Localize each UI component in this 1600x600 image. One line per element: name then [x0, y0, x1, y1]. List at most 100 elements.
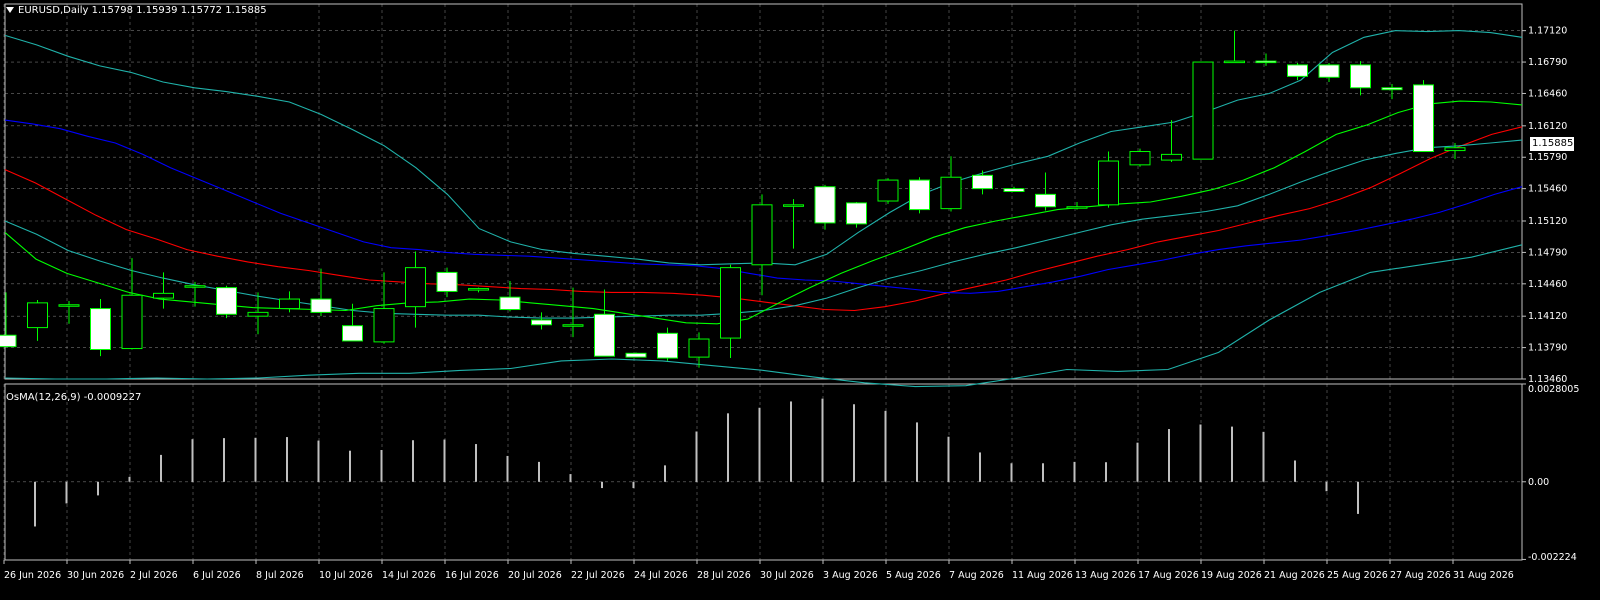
- candle: [373, 272, 395, 344]
- candle-body: [1066, 206, 1088, 209]
- candle-body: [720, 267, 741, 339]
- candle-body: [846, 202, 867, 225]
- dropdown-icon: [6, 7, 14, 13]
- candle: [27, 300, 48, 341]
- candle: [90, 299, 111, 357]
- date-label: 27 Aug 2026: [1390, 570, 1451, 581]
- candle: [594, 289, 615, 357]
- candle: [1129, 148, 1151, 167]
- candle-body: [814, 186, 836, 224]
- candle-body: [1381, 87, 1403, 91]
- candle: [657, 327, 678, 361]
- candle: [625, 352, 647, 358]
- candle: [972, 170, 993, 195]
- candle-body: [342, 325, 363, 342]
- date-label: 7 Aug 2026: [949, 570, 1004, 581]
- candle-body: [184, 285, 206, 288]
- candle: [1350, 61, 1371, 96]
- candle-body: [877, 179, 899, 202]
- date-label: 31 Aug 2026: [1453, 570, 1514, 581]
- date-label: 30 Jun 2026: [67, 570, 124, 581]
- candle-body: [279, 298, 300, 310]
- date-label: 22 Jul 2026: [571, 570, 625, 581]
- date-label: 25 Aug 2026: [1327, 570, 1388, 581]
- candle: [1003, 186, 1025, 192]
- price-tick-label: 1.15460: [1528, 184, 1567, 195]
- date-label: 24 Jul 2026: [634, 570, 688, 581]
- symbol-timeframe: EURUSD,Daily: [18, 5, 89, 16]
- date-label: 3 Aug 2026: [823, 570, 878, 581]
- date-label: 10 Jul 2026: [319, 570, 373, 581]
- candle: [58, 300, 80, 324]
- candle-body: [153, 292, 174, 299]
- candle-body: [1444, 147, 1466, 152]
- osma-tick-label: -0.002224: [1528, 552, 1577, 563]
- date-label: 6 Jul 2026: [193, 570, 241, 581]
- candle: [1224, 30, 1245, 64]
- candle: [216, 285, 237, 319]
- current-price-label: 1.15885: [1530, 137, 1574, 151]
- osma-tick-label: 0.00: [1528, 477, 1549, 488]
- price-tick-label: 1.16120: [1528, 121, 1567, 132]
- candle-body: [940, 176, 962, 210]
- candle-body: [688, 338, 710, 358]
- candle-body: [405, 267, 426, 308]
- candle-body: [90, 308, 111, 350]
- candle-body: [1192, 61, 1214, 160]
- candle-body: [1413, 84, 1434, 153]
- candle: [1318, 63, 1340, 83]
- chart-header[interactable]: EURUSD,Daily 1.15798 1.15939 1.15772 1.1…: [6, 5, 267, 16]
- date-label: 11 Aug 2026: [1012, 570, 1073, 581]
- candle: [1098, 151, 1119, 208]
- candle: [562, 287, 584, 338]
- candle-body: [972, 174, 993, 190]
- candle: [688, 332, 710, 368]
- candle: [720, 264, 741, 359]
- candle: [531, 312, 552, 330]
- candle: [877, 178, 899, 204]
- candle-body: [657, 332, 678, 359]
- candle: [909, 177, 930, 214]
- chart-canvas: 1.17120 1.16790 1.16460 1.16120 1.15790 1.154…: [0, 3, 1579, 581]
- candle-body: [0, 334, 17, 348]
- candle-body: [562, 324, 584, 327]
- date-label: 19 Aug 2026: [1201, 570, 1262, 581]
- candle-body: [121, 294, 143, 350]
- candle-body: [247, 311, 269, 317]
- candle-body: [751, 204, 773, 266]
- candle: [436, 267, 458, 298]
- price-tick-label: 1.17120: [1528, 26, 1567, 37]
- candle-body: [436, 271, 458, 292]
- candle-body: [1098, 160, 1119, 206]
- candle-body: [909, 179, 930, 211]
- price-tick-label: 1.16790: [1528, 57, 1567, 68]
- candle-body: [594, 313, 615, 357]
- date-label: 8 Jul 2026: [256, 570, 304, 581]
- date-label: 30 Jul 2026: [760, 570, 814, 581]
- candle: [1192, 61, 1214, 160]
- date-label: 17 Aug 2026: [1138, 570, 1199, 581]
- candle-body: [1224, 60, 1245, 64]
- price-tick-label: 1.14120: [1528, 311, 1567, 322]
- indicator-line-bands: [4, 244, 1523, 388]
- candle: [783, 199, 804, 249]
- candle: [1161, 120, 1182, 162]
- candle-body: [468, 288, 489, 291]
- candle-body: [1318, 64, 1340, 78]
- candle: [1035, 172, 1056, 211]
- candle: [468, 287, 489, 293]
- ohlc-values: 1.15798 1.15939 1.15772 1.15885: [91, 5, 267, 16]
- candle: [940, 156, 962, 212]
- date-label: 16 Jul 2026: [445, 570, 499, 581]
- date-label: 26 Jun 2026: [4, 570, 61, 581]
- candle: [846, 201, 867, 228]
- candle: [0, 292, 17, 348]
- candle-body: [310, 298, 332, 313]
- candle-body: [1287, 64, 1308, 77]
- candle-body: [1035, 193, 1056, 208]
- candle-body: [531, 319, 552, 326]
- date-label: 13 Aug 2026: [1075, 570, 1136, 581]
- candle: [751, 194, 773, 296]
- candle-body: [373, 308, 395, 343]
- price-tick-label: 1.14460: [1528, 279, 1567, 290]
